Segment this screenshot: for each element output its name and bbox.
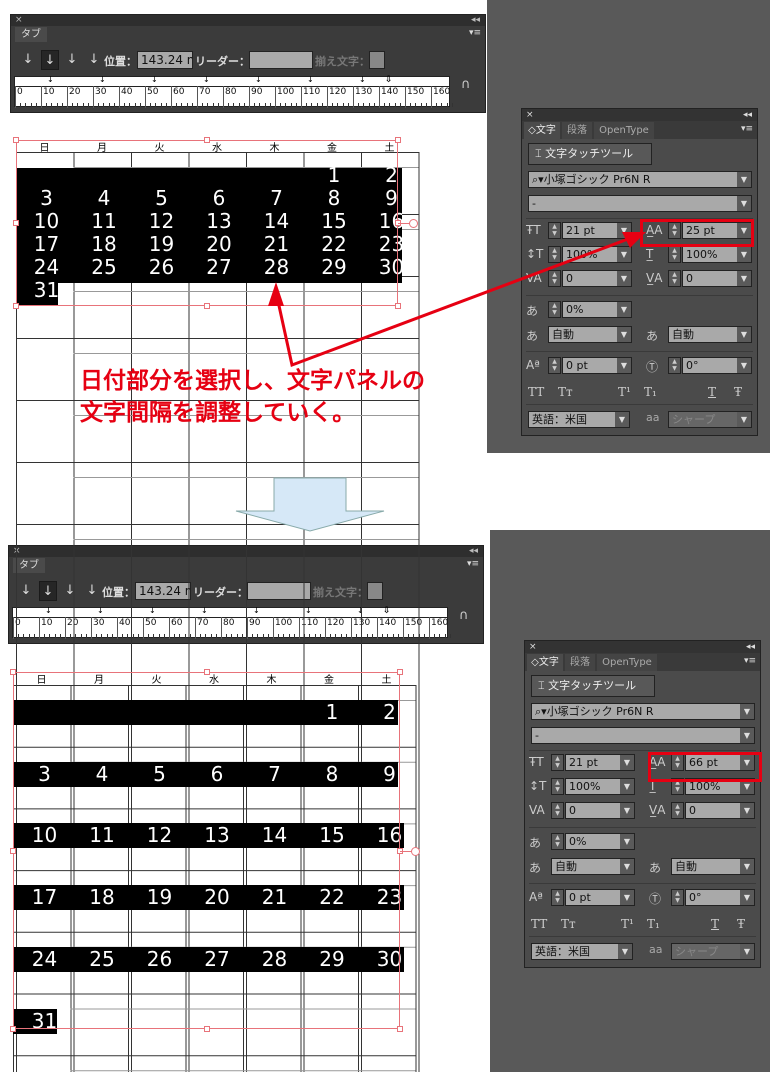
subscript-button[interactable]: T₁: [647, 917, 660, 931]
vertical-scale-icon: ↕T: [529, 779, 547, 793]
close-icon[interactable]: ×: [529, 642, 537, 652]
collapse-icon[interactable]: ◂◂: [746, 641, 755, 653]
ruler-label: 160: [431, 618, 449, 628]
annotation-line-2: 文字間隔を調整していく。: [80, 400, 356, 426]
character-rotation-icon: Ⓣ: [649, 892, 662, 906]
selection-handle[interactable]: [203, 1026, 210, 1032]
tsume-icon: あ: [529, 836, 542, 850]
selection-handle[interactable]: [10, 1026, 16, 1032]
language-dropdown[interactable]: 英語：米国 ▼: [531, 943, 633, 960]
touch-type-icon: ⌶: [538, 679, 545, 692]
kerning-stepper[interactable]: ▲ ▼: [551, 802, 564, 819]
panel-menu-icon[interactable]: ▾≡: [744, 656, 756, 666]
aki-after-field[interactable]: 自動 ▼: [671, 858, 755, 875]
selection-bounding-box[interactable]: [13, 672, 400, 1029]
tab-character[interactable]: ◇文字: [527, 654, 563, 671]
aki-before-icon: あ: [529, 861, 542, 875]
annotation-line-1: 日付部分を選択し、文字パネルの: [80, 368, 425, 394]
tsume-stepper[interactable]: ▲ ▼: [551, 833, 564, 850]
kerning-field[interactable]: 0 ▼: [565, 802, 635, 819]
small-caps-button[interactable]: Tт: [561, 917, 576, 931]
all-caps-button[interactable]: TT: [531, 917, 547, 931]
character-rotation-field[interactable]: 0° ▼: [685, 889, 755, 906]
selection-handle[interactable]: [10, 847, 16, 854]
font-size-icon: ŦT: [529, 755, 544, 769]
tab-paragraph[interactable]: 段落: [565, 654, 595, 671]
selection-handle[interactable]: [203, 669, 210, 675]
vertical-scale-field[interactable]: 100% ▼: [565, 778, 635, 795]
vertical-scale-stepper[interactable]: ▲ ▼: [551, 778, 564, 795]
selection-handle[interactable]: [397, 1026, 403, 1032]
baseline-shift-icon: Aª: [529, 890, 543, 904]
tab-opentype[interactable]: OpenType: [597, 654, 657, 671]
font-size-stepper[interactable]: ▲ ▼: [551, 754, 564, 771]
kerning-icon: VA: [529, 803, 545, 817]
down-arrow-icon: [235, 477, 385, 532]
tracking-stepper[interactable]: ▲ ▼: [671, 802, 684, 819]
font-size-field[interactable]: 21 pt ▼: [565, 754, 635, 771]
character-rotation-stepper[interactable]: ▲ ▼: [671, 889, 684, 906]
antialias-dropdown: シャープ ▼: [671, 943, 755, 960]
collapse-icon[interactable]: ◂◂: [469, 546, 478, 557]
aki-after-icon: あ: [649, 861, 662, 875]
font-family-dropdown[interactable]: ⌕▾小塚ゴシック Pr6N R ▼: [531, 703, 755, 720]
touch-type-tool-button[interactable]: ⌶ 文字タッチツール: [531, 675, 655, 697]
leading-highlight-box: [648, 752, 762, 782]
search-icon: ⌕▾: [535, 705, 547, 718]
text-thread-port[interactable]: [411, 846, 420, 856]
selection-handle[interactable]: [10, 669, 16, 675]
baseline-shift-field[interactable]: 0 pt ▼: [565, 889, 635, 906]
tracking-field[interactable]: 0 ▼: [685, 802, 755, 819]
superscript-button[interactable]: T¹: [621, 917, 634, 931]
tsume-field[interactable]: 0% ▼: [565, 833, 635, 850]
selection-handle[interactable]: [397, 669, 403, 675]
antialias-icon: aa: [649, 943, 663, 956]
snap-magnet-icon[interactable]: ∩: [459, 608, 469, 623]
baseline-shift-stepper[interactable]: ▲ ▼: [551, 889, 564, 906]
strikethrough-button[interactable]: Ŧ: [737, 917, 745, 931]
aki-before-field[interactable]: 自動 ▼: [551, 858, 635, 875]
panel-menu-icon[interactable]: ▾≡: [467, 559, 479, 569]
tracking-icon: V̲A: [649, 803, 666, 817]
font-style-dropdown[interactable]: - ▼: [531, 727, 755, 744]
character-panel: × ◂◂ ◇文字 段落 OpenType ▾≡ ⌶ 文字タッチツール ⌕▾小塚ゴシック Pr6…: [524, 640, 761, 968]
underline-button[interactable]: T: [711, 917, 719, 931]
